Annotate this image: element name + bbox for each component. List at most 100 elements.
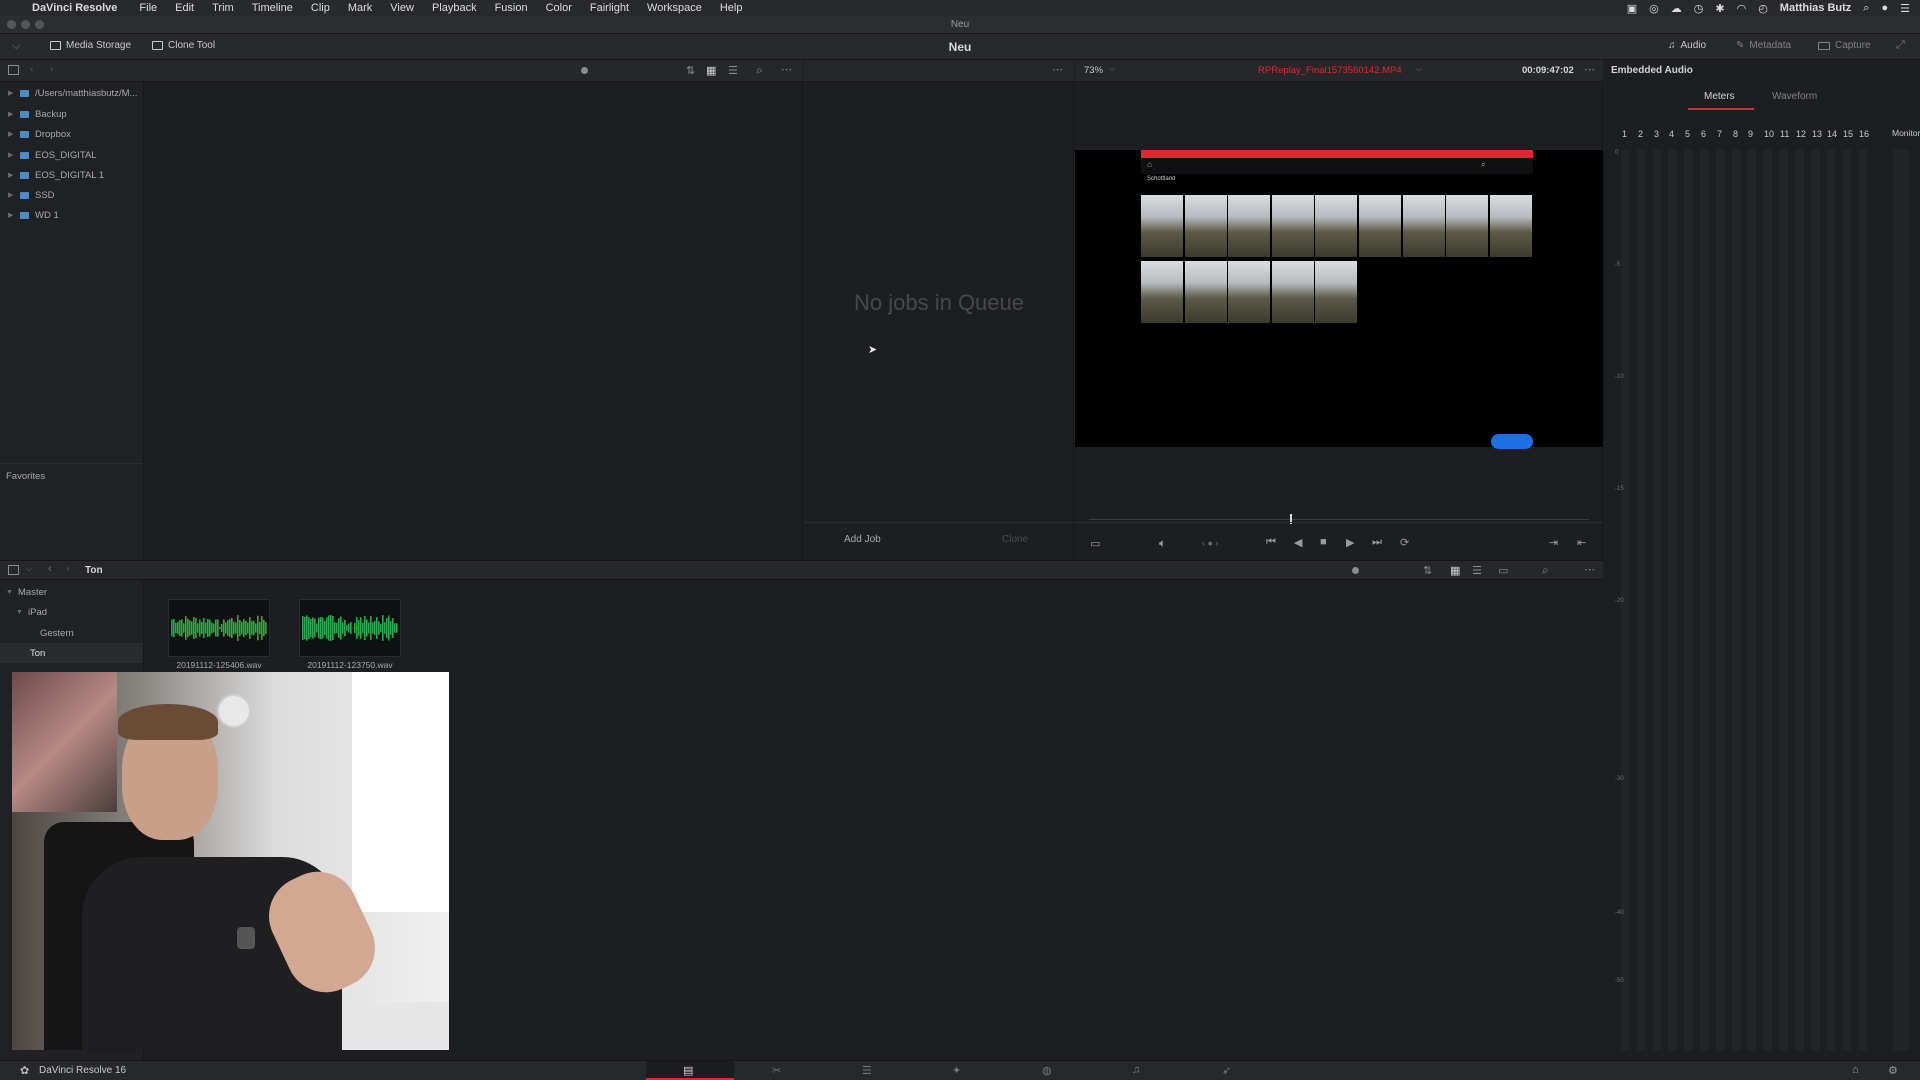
viewer-mode-icon[interactable]: ▭ — [1090, 537, 1100, 550]
grid-view-icon[interactable]: ▦ — [706, 64, 716, 77]
list-view-icon[interactable]: ☰ — [728, 64, 738, 77]
screen-record-icon[interactable]: ▣ — [1627, 2, 1637, 15]
cloud-icon[interactable]: ☁ — [1671, 2, 1682, 15]
more-options-icon[interactable]: ⋯ — [781, 63, 792, 76]
nav-back-icon[interactable]: ‹ — [48, 563, 52, 575]
menu-edit[interactable]: Edit — [175, 2, 194, 14]
menu-fairlight[interactable]: Fairlight — [590, 2, 629, 14]
expand-caret-icon[interactable]: ▶ — [8, 191, 14, 199]
clone-options-icon[interactable]: ⋯ — [1052, 63, 1063, 76]
bin-list-toggle-icon[interactable] — [8, 565, 19, 575]
close-window-icon[interactable] — [7, 20, 16, 29]
menu-file[interactable]: File — [139, 2, 157, 14]
color-page-icon[interactable]: ◍ — [1042, 1064, 1052, 1077]
clip-dropdown-icon[interactable]: ⌵ — [1416, 64, 1422, 74]
wifi-icon[interactable]: ◠ — [1737, 2, 1747, 15]
expand-caret-icon[interactable]: ▶ — [8, 89, 14, 97]
loop-icon[interactable]: ⟳ — [1400, 536, 1409, 549]
video-frame[interactable]: ⌂ ⌕ Schottland — [1075, 150, 1603, 449]
filmstrip-view-icon[interactable]: ▭ — [1498, 564, 1508, 577]
search-icon[interactable]: ⌕ — [756, 63, 763, 78]
tab-meters[interactable]: Meters — [1704, 91, 1735, 102]
settings-gear-icon[interactable]: ⚙ — [1888, 1064, 1898, 1077]
time-machine-icon[interactable]: ◷ — [1694, 2, 1704, 15]
deliver-page-icon[interactable]: ➶ — [1222, 1064, 1231, 1077]
storage-location-item[interactable]: ▶ EOS_DIGITAL — [8, 148, 97, 162]
storage-location-item[interactable]: ▶ Dropbox — [8, 127, 71, 141]
volume-icon[interactable]: 🔈︎ — [1159, 536, 1166, 551]
edit-page-icon[interactable]: ☰ — [862, 1064, 872, 1077]
menu-view[interactable]: View — [390, 2, 414, 14]
menu-fusion[interactable]: Fusion — [495, 2, 528, 14]
clip-name[interactable]: RPReplay_Final1573560142.MP4 — [1258, 65, 1402, 76]
bin-master[interactable]: ▼ Master — [6, 585, 47, 599]
expand-caret-icon[interactable]: ▶ — [8, 171, 14, 179]
menubar-user-name[interactable]: Matthias Butz — [1780, 2, 1852, 14]
storage-location-item[interactable]: ▶ EOS_DIGITAL 1 — [8, 168, 104, 182]
storage-location-item[interactable]: ▶ /Users/matthiasbutz/M... — [8, 86, 137, 100]
menu-help[interactable]: Help — [720, 2, 743, 14]
stop-icon[interactable]: ■ — [1320, 536, 1327, 548]
expand-caret-icon[interactable]: ▶ — [8, 151, 14, 159]
menu-timeline[interactable]: Timeline — [252, 2, 293, 14]
clock-icon[interactable]: ◴ — [1758, 2, 1768, 15]
playback-scrubber[interactable] — [1089, 519, 1589, 520]
grid-view-icon[interactable]: ▦ — [1450, 564, 1460, 577]
add-job-button[interactable]: Add Job — [844, 534, 881, 545]
nav-back-icon[interactable]: ‹ — [30, 64, 33, 75]
nav-forward-icon[interactable]: › — [50, 64, 53, 75]
notification-center-icon[interactable]: ☰ — [1900, 2, 1910, 15]
search-icon[interactable]: ⌕ — [1542, 563, 1549, 578]
list-view-icon[interactable]: ☰ — [1472, 564, 1482, 577]
expand-caret-icon[interactable]: ▶ — [8, 130, 14, 138]
bin-list-dropdown-icon[interactable]: ⌵ — [26, 564, 32, 574]
clip-zoom-slider-handle[interactable] — [1352, 567, 1359, 574]
play-reverse-icon[interactable]: ◀ — [1294, 536, 1302, 549]
media-pool-options-icon[interactable]: ⋯ — [1584, 563, 1595, 576]
media-page-tab[interactable]: ▤ — [646, 1061, 734, 1080]
sort-icon[interactable]: ⇅ — [1423, 564, 1432, 577]
menu-playback[interactable]: Playback — [432, 2, 477, 14]
zoom-window-icon[interactable] — [35, 20, 44, 29]
media-storage-button[interactable]: Media Storage — [50, 40, 131, 51]
project-manager-icon[interactable]: ⌂ — [1852, 1064, 1859, 1076]
mark-out-icon[interactable]: ⇤ — [1577, 536, 1586, 549]
bluetooth-icon[interactable]: ✱ — [1715, 2, 1724, 15]
zoom-slider-handle[interactable] — [581, 67, 588, 74]
fusion-page-icon[interactable]: ✦ — [952, 1064, 961, 1077]
tab-waveform[interactable]: Waveform — [1772, 91, 1817, 102]
audio-clip-thumbnail[interactable] — [299, 599, 401, 657]
menu-workspace[interactable]: Workspace — [647, 2, 702, 14]
menu-trim[interactable]: Trim — [212, 2, 234, 14]
zoom-level[interactable]: 73% — [1084, 65, 1103, 76]
skip-to-start-icon[interactable]: ⏮︎ — [1266, 536, 1276, 549]
collapse-panel-icon[interactable]: ⤢ — [1896, 39, 1905, 52]
bin-ton[interactable]: Ton — [30, 646, 45, 660]
collapse-caret-icon[interactable]: ▼ — [16, 609, 23, 616]
bin-gestern[interactable]: Gestern — [40, 626, 74, 640]
siri-icon[interactable]: ● — [1881, 2, 1888, 14]
viewer-options-icon[interactable]: ⋯ — [1584, 63, 1595, 76]
capture-panel-button[interactable]: Capture — [1818, 40, 1871, 51]
clone-button[interactable]: Clone — [1002, 534, 1028, 545]
expand-caret-icon[interactable]: ▶ — [8, 110, 14, 118]
collapse-caret-icon[interactable]: ▼ — [6, 589, 13, 596]
fairlight-page-icon[interactable]: ♫ — [1132, 1064, 1140, 1076]
play-icon[interactable]: ▶ — [1346, 536, 1354, 549]
menu-mark[interactable]: Mark — [348, 2, 372, 14]
jog-control-icon[interactable]: ‹ ● › — [1202, 538, 1218, 548]
audio-panel-button[interactable]: ♫ Audio — [1668, 40, 1706, 51]
sidebar-toggle-icon[interactable] — [8, 65, 19, 75]
creative-cloud-icon[interactable]: ◎ — [1649, 2, 1659, 15]
zoom-dropdown-icon[interactable]: ⌵ — [1109, 64, 1115, 74]
cut-page-icon[interactable]: ✂ — [772, 1064, 781, 1077]
spotlight-search-icon[interactable]: ⌕ — [1863, 2, 1869, 15]
bin-ipad[interactable]: ▼ iPad — [16, 605, 47, 619]
audio-clip-thumbnail[interactable] — [168, 599, 270, 657]
clone-tool-button[interactable]: Clone Tool — [152, 40, 215, 51]
expand-panel-icon[interactable]: ⌵ — [12, 40, 20, 53]
file-browser[interactable]: ⇅ ▦ ☰ ⌕ ⋯ — [144, 60, 803, 560]
sort-icon[interactable]: ⇅ — [686, 64, 695, 77]
menu-color[interactable]: Color — [546, 2, 572, 14]
storage-location-item[interactable]: ▶ SSD — [8, 188, 55, 202]
